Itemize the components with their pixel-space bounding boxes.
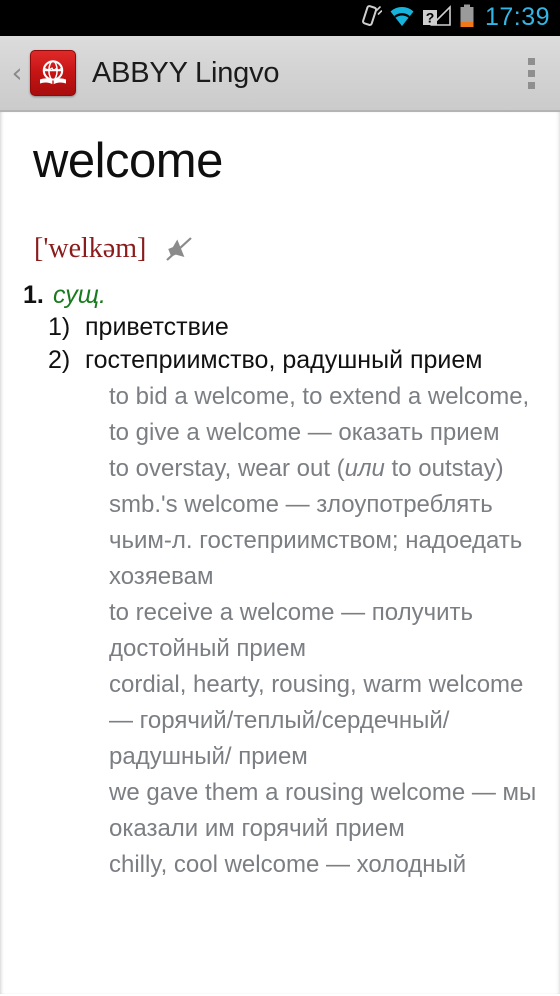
- example-text: to receive a welcome — получить достойны…: [109, 599, 473, 663]
- example-item: cordial, hearty, rousing, warm welcome —…: [109, 667, 546, 775]
- overflow-dot: [527, 69, 535, 77]
- example-item: we gave them a rousing welcome — мы оказ…: [109, 775, 546, 847]
- example-text: to bid a welcome, to extend a welcome, t…: [109, 383, 530, 447]
- overflow-dot: [527, 57, 535, 65]
- back-chevron-icon[interactable]: ‹: [6, 60, 28, 87]
- example-item: to receive a welcome — получить достойны…: [109, 595, 546, 667]
- example-item: chilly, cool welcome — холодный: [109, 847, 546, 883]
- battery-low-icon: [459, 4, 475, 33]
- transcription: ['welkəm]: [34, 233, 147, 265]
- example-item: to bid a welcome, to extend a welcome, t…: [109, 379, 546, 451]
- status-bar: ? 17:39: [0, 0, 560, 36]
- status-bar-clock: 17:39: [484, 2, 550, 31]
- status-bar-icons: ?: [360, 4, 475, 33]
- example-item: to overstay, wear out (или to outstay) s…: [109, 451, 546, 595]
- examples-block: to bid a welcome, to extend a welcome, t…: [109, 379, 546, 883]
- example-italic: или: [344, 455, 385, 483]
- sense-translation: гостеприимство, радушный прием: [85, 346, 483, 375]
- svg-text:?: ?: [426, 9, 435, 25]
- part-of-speech-line: 1. сущ.: [23, 281, 546, 310]
- signal-unknown-icon: ?: [422, 4, 452, 32]
- sense-number: 2): [48, 346, 71, 375]
- sense-number: 1): [48, 313, 71, 342]
- example-text: chilly, cool welcome — холодный: [109, 851, 467, 879]
- sense-item: 2) гостеприимство, радушный прием: [48, 345, 546, 376]
- overflow-dot: [527, 81, 535, 89]
- example-text: we gave them a rousing welcome — мы оказ…: [109, 779, 537, 843]
- example-text: to overstay, wear out (: [109, 455, 345, 483]
- entry-body: 1. сущ. 1) приветствие 2) гостеприимство…: [0, 281, 546, 883]
- part-of-speech-label: сущ.: [53, 281, 106, 310]
- app-title: ABBYY Lingvo: [92, 56, 280, 89]
- part-of-speech-number: 1.: [23, 281, 44, 310]
- dictionary-article-scroll[interactable]: welcome ['welkəm] 1. сущ. 1) приветствие…: [0, 112, 560, 994]
- pronunciation-row: ['welkəm]: [34, 234, 546, 264]
- example-text: cordial, hearty, rousing, warm welcome —…: [109, 671, 524, 771]
- vibrate-icon: [360, 4, 383, 33]
- sense-item: 1) приветствие: [48, 312, 546, 343]
- speaker-muted-icon[interactable]: [162, 234, 196, 264]
- overflow-menu-button[interactable]: [516, 50, 546, 96]
- app-bar: ‹ ABBYY Lingvo: [0, 36, 560, 112]
- sense-translation: приветствие: [85, 313, 229, 342]
- abbyy-lingvo-globe-book-icon: [30, 50, 76, 96]
- headword: welcome: [33, 134, 223, 188]
- wifi-icon: [389, 5, 415, 32]
